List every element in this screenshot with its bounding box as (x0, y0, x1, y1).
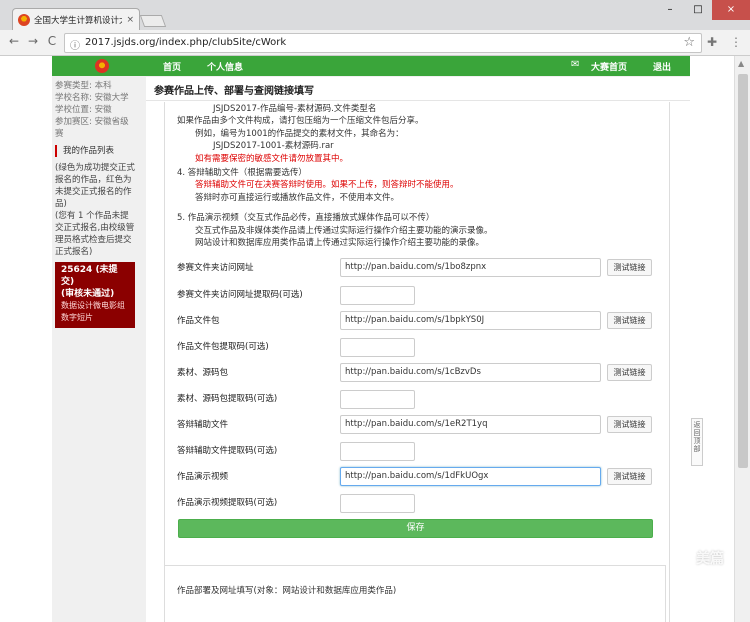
sidebar-note-pending: (您有 1 个作品未提交正式报名,由校级管理员格式检查后提交正式报名) (55, 211, 135, 257)
new-tab-button[interactable] (139, 15, 167, 27)
field-label: 参赛文件夹访问网址提取码(可选) (177, 290, 303, 300)
site-favicon-icon (18, 13, 30, 26)
sidebar-note-submitted: (绿色为成功提交正式报名的作品，红色为未提交正式报名的作品) (55, 163, 135, 209)
instruction-line: 答辩辅助文件可在决赛答辩时使用。如果不上传，则答辩时不能使用。 (195, 180, 459, 190)
tab-title: 全国大学生计算机设计大 (34, 15, 123, 26)
deployment-section-title: 作品部署及网址填写(对象：网站设计和数据库应用类作品) (177, 586, 397, 596)
link-url-input[interactable]: http://pan.baidu.com/s/1dFkUOgx (340, 467, 601, 486)
instruction-line: 答辩时亦可直接运行或播放作品文件，不使用本文件。 (195, 193, 400, 203)
bookmark-star-icon[interactable]: ☆ (683, 35, 695, 50)
browser-tabstrip: 全国大学生计算机设计大 × – □ × (0, 0, 750, 30)
instruction-line: 如有需要保密的敏感文件请勿放置其中。 (195, 154, 349, 164)
extract-code-input[interactable] (340, 442, 415, 461)
link-url-input[interactable]: http://pan.baidu.com/s/1bpkYS0J (340, 311, 601, 330)
back-to-top-tab[interactable]: 返回顶部 (691, 418, 703, 466)
instruction-line: 交互式作品及非媒体类作品请上传通过实际运行操作介绍主要功能的演示录像。 (195, 226, 493, 236)
tab-close-icon[interactable]: × (126, 15, 134, 25)
field-label: 作品文件包 (177, 316, 220, 326)
window-minimize-button[interactable]: – (656, 0, 684, 20)
work-card[interactable]: 25624 (未提交) (审核未通过) 数据设计微电影组数字短片 (55, 262, 135, 328)
extension-icon[interactable]: ✚ (707, 35, 717, 49)
info-region: 参加赛区: 安徽省级赛 (55, 117, 129, 139)
scroll-up-icon[interactable]: ▲ (738, 59, 744, 68)
test-link-button[interactable]: 测试链接 (607, 416, 652, 433)
link-url-input[interactable]: http://pan.baidu.com/s/1bo8zpnx (340, 258, 601, 277)
panel-header: 参赛作品上传、部署与查阅链接填写 (146, 77, 690, 101)
nav-home-link[interactable]: 首页 (163, 60, 181, 73)
panel-title: 参赛作品上传、部署与查阅链接填写 (154, 86, 314, 97)
window-close-button[interactable]: × (712, 0, 750, 20)
browser-tab[interactable]: 全国大学生计算机设计大 × (12, 8, 140, 30)
instruction-line: JSJDS2017-作品编号-素材源码.文件类型名 (213, 104, 377, 114)
link-url-input[interactable]: http://pan.baidu.com/s/1cBzvDs (340, 363, 601, 382)
nav-profile-link[interactable]: 个人信息 (207, 60, 243, 73)
site-navbar: 首页 个人信息 ✉ 大赛首页 退出 (52, 56, 690, 76)
watermark-text: 美篇 (696, 551, 724, 567)
browser-toolbar: ← → C ⓘ 2017.jsjds.org/index.php/clubSit… (0, 30, 750, 56)
reload-icon[interactable]: C (44, 34, 60, 48)
test-link-button[interactable]: 测试链接 (607, 259, 652, 276)
field-label: 作品文件包提取码(可选) (177, 342, 269, 352)
work-card-id: 25624 (未提交) (61, 265, 118, 287)
sidebar-works-title[interactable]: 我的作品列表 (55, 145, 135, 157)
test-link-button[interactable]: 测试链接 (607, 468, 652, 485)
site-info-icon[interactable]: ⓘ (70, 37, 80, 52)
forward-icon[interactable]: → (25, 34, 41, 48)
window-maximize-button[interactable]: □ (684, 0, 712, 20)
work-card-name: 数据设计微电影组数字短片 (61, 301, 125, 322)
address-bar[interactable]: ⓘ 2017.jsjds.org/index.php/clubSite/cWor… (64, 33, 702, 53)
instruction-line: JSJDS2017-1001-素材源码.rar (213, 141, 334, 151)
back-icon[interactable]: ← (6, 34, 22, 48)
extract-code-input[interactable] (340, 494, 415, 513)
extract-code-input[interactable] (340, 390, 415, 409)
deployment-section: 作品部署及网址填写(对象：网站设计和数据库应用类作品) (164, 565, 666, 622)
scrollbar-thumb[interactable] (738, 74, 748, 468)
field-label: 作品演示视频提取码(可选) (177, 498, 278, 508)
work-card-status: (审核未通过) (61, 289, 115, 299)
test-link-button[interactable]: 测试链接 (607, 364, 652, 381)
instruction-line: 如果作品由多个文件构成，请打包压缩为一个压缩文件包后分享。 (177, 116, 424, 126)
nav-contest-home-link[interactable]: 大赛首页 (591, 60, 627, 73)
address-url[interactable]: 2017.jsjds.org/index.php/clubSite/cWork (85, 37, 286, 48)
field-label: 作品演示视频 (177, 472, 229, 482)
instruction-line: 网站设计和数据库应用类作品请上传通过实际运行操作介绍主要功能的录像。 (195, 238, 485, 248)
info-type: 参赛类型: 本科 (55, 81, 112, 91)
field-label: 参赛文件夹访问网址 (177, 263, 254, 273)
field-label: 答辩辅助文件提取码(可选) (177, 446, 278, 456)
nav-logout-link[interactable]: 退出 (653, 60, 671, 73)
save-button[interactable]: 保存 (178, 519, 653, 538)
instruction-line: 4. 答辩辅助文件（根据需要选传） (177, 168, 307, 178)
site-logo-icon[interactable] (95, 59, 109, 73)
test-link-button[interactable]: 测试链接 (607, 312, 652, 329)
info-location: 学校位置: 安徽 (55, 105, 112, 115)
instruction-line: 5. 作品演示视频（交互式作品必传，直接播放式媒体作品可以不传） (177, 213, 435, 223)
mail-icon[interactable]: ✉ (571, 59, 579, 70)
link-url-input[interactable]: http://pan.baidu.com/s/1eR2T1yq (340, 415, 601, 434)
instruction-line: 例如，编号为1001的作品提交的素材文件，其命名为： (195, 129, 404, 139)
page-scrollbar[interactable]: ▲ (734, 56, 750, 622)
sidebar: 参赛类型: 本科 学校名称: 安徽大学 学校位置: 安徽 参加赛区: 安徽省级赛… (55, 80, 135, 328)
participant-info: 参赛类型: 本科 学校名称: 安徽大学 学校位置: 安徽 参加赛区: 安徽省级赛 (55, 80, 135, 140)
extract-code-input[interactable] (340, 338, 415, 357)
info-school: 学校名称: 安徽大学 (55, 93, 129, 103)
extract-code-input[interactable] (340, 286, 415, 305)
field-label: 答辩辅助文件 (177, 420, 229, 430)
field-label: 素材、源码包提取码(可选) (177, 394, 278, 404)
browser-menu-icon[interactable]: ⋮ (730, 35, 742, 49)
field-label: 素材、源码包 (177, 368, 229, 378)
